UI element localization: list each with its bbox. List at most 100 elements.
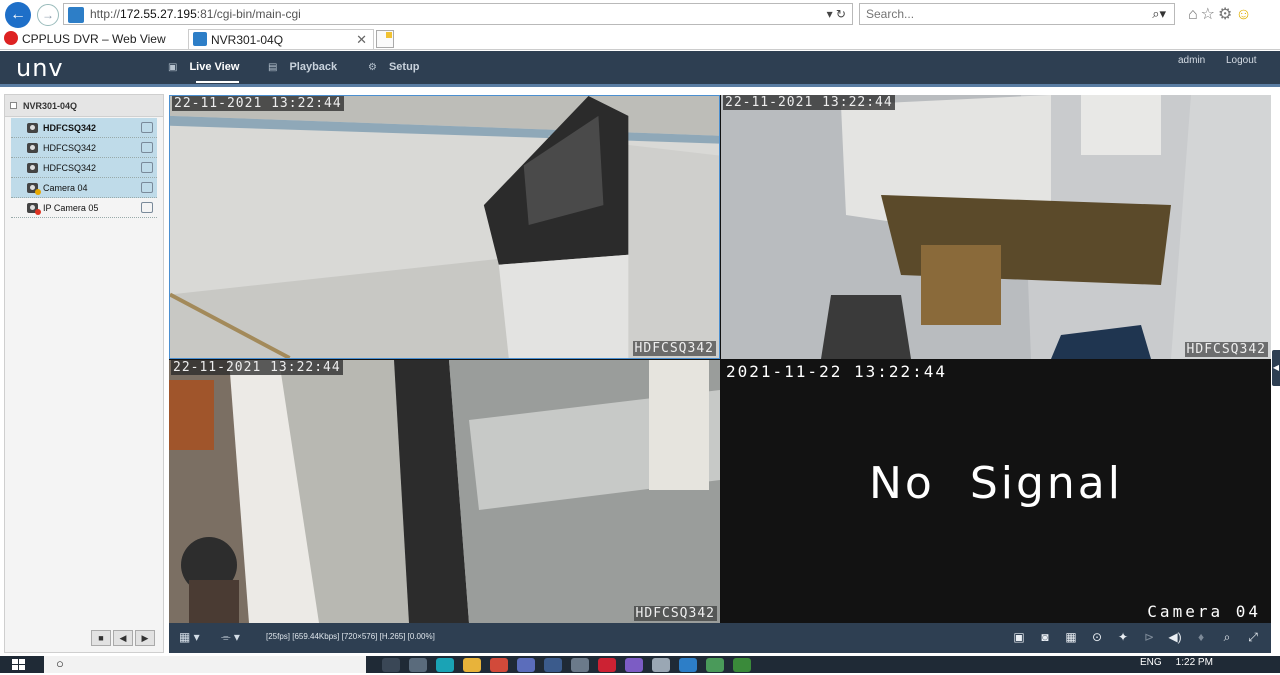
new-tab-button[interactable]: [376, 30, 394, 48]
live-view-toolbar: ▦ ▾ ⌯ ▾ [25fps] [659.44Kbps] [720×576] […: [169, 623, 1271, 653]
nav-label: Live View: [189, 61, 240, 73]
unv-logo: unv: [16, 54, 64, 82]
browser-search-box[interactable]: ⌕▾: [859, 3, 1175, 25]
camera-item[interactable]: HDFCSQ342: [11, 118, 157, 138]
osd-camera-name: Camera 04: [1147, 602, 1261, 621]
app-icon[interactable]: [571, 658, 589, 672]
edge-icon[interactable]: [436, 658, 454, 672]
volume-icon[interactable]: ◀): [1167, 629, 1183, 645]
browser-address-bar-row: ← → http://172.55.27.195:81/cgi-bin/main…: [0, 0, 1280, 28]
camera-item[interactable]: HDFCSQ342: [11, 138, 157, 158]
taskbar-apps: [382, 658, 760, 675]
camera-item[interactable]: HDFCSQ342: [11, 158, 157, 178]
video-tile-3[interactable]: 22-11-2021 13:22:44 HDFCSQ342: [169, 360, 720, 623]
search-icon[interactable]: ⌕▾: [1152, 6, 1166, 22]
camera-label: IP Camera 05: [43, 203, 99, 213]
clock[interactable]: 1:22 PM: [1176, 657, 1213, 668]
osd-camera-name: HDFCSQ342: [1184, 342, 1268, 357]
record-icon[interactable]: [141, 122, 153, 133]
camera-label: Camera 04: [43, 183, 88, 193]
browser-toolbar-icons: ⌂☆⚙☺: [1188, 4, 1255, 24]
ptz-icon[interactable]: ⊙: [1089, 629, 1105, 645]
stream-window-icon[interactable]: ▣: [1011, 629, 1027, 645]
logout-link[interactable]: Logout: [1226, 55, 1257, 66]
instant-playback-icon[interactable]: ⊳: [1141, 629, 1157, 645]
record-icon[interactable]: [141, 202, 153, 213]
collapse-icon[interactable]: [10, 102, 17, 109]
tab-nvr301[interactable]: NVR301-04Q ✕: [188, 29, 374, 49]
camera-icon: [27, 123, 38, 133]
tab-cpplus-dvr[interactable]: CPPLUS DVR – Web View: [4, 29, 182, 49]
stop-button[interactable]: ■: [91, 630, 111, 646]
ie-icon[interactable]: [706, 658, 724, 672]
close-tab-icon[interactable]: ✕: [356, 30, 367, 50]
app-icon[interactable]: [409, 658, 427, 672]
home-icon[interactable]: ⌂: [1188, 6, 1201, 23]
address-bar[interactable]: http://172.55.27.195:81/cgi-bin/main-cgi…: [63, 3, 853, 25]
feedback-smiley-icon[interactable]: ☺: [1235, 6, 1254, 23]
camera-item[interactable]: Camera 04: [11, 178, 157, 198]
camera-feed-image: [721, 95, 1271, 359]
osd-camera-name: HDFCSQ342: [632, 341, 716, 356]
camera-item[interactable]: IP Camera 05: [11, 198, 157, 218]
os-taskbar: ○ ENG 1:22 PM: [0, 656, 1280, 673]
back-button[interactable]: ←: [5, 2, 31, 28]
cpplus-favicon-icon: [4, 31, 18, 45]
record-icon[interactable]: [141, 182, 153, 193]
app-icon[interactable]: [679, 658, 697, 672]
nav-live-view[interactable]: ▣ Live View: [168, 61, 240, 83]
nav-playback[interactable]: ▤ Playback: [268, 61, 337, 73]
favorites-star-icon[interactable]: ☆: [1201, 6, 1218, 23]
address-scheme: http://: [90, 7, 121, 21]
app-icon[interactable]: [544, 658, 562, 672]
camera-label: HDFCSQ342: [43, 163, 97, 173]
language-indicator[interactable]: ENG: [1140, 657, 1162, 668]
site-favicon-icon: [68, 7, 84, 23]
file-explorer-icon[interactable]: [463, 658, 481, 672]
record-icon[interactable]: [141, 162, 153, 173]
digital-zoom-icon[interactable]: ⌕: [1219, 629, 1235, 645]
microphone-icon[interactable]: ♦: [1193, 629, 1209, 645]
app-icon[interactable]: [652, 658, 670, 672]
record-icon[interactable]: [141, 142, 153, 153]
nvr-favicon-icon: [193, 32, 207, 46]
video-tile-1[interactable]: 22-11-2021 13:22:44 HDFCSQ342: [169, 95, 720, 359]
osd-camera-name: HDFCSQ342: [633, 606, 717, 621]
app-icon[interactable]: [517, 658, 535, 672]
tab-label: CPPLUS DVR – Web View: [22, 32, 166, 46]
next-button[interactable]: ▶: [135, 630, 155, 646]
prev-button[interactable]: ◀: [113, 630, 133, 646]
device-tree-root[interactable]: NVR301-04Q: [5, 95, 163, 117]
address-text[interactable]: http://172.55.27.195:81/cgi-bin/main-cgi: [90, 7, 301, 21]
fullscreen-icon[interactable]: ⤢: [1245, 629, 1261, 645]
refresh-icon[interactable]: ▾ ↻: [827, 7, 846, 21]
camera-warning-icon: [27, 183, 41, 195]
stream-select[interactable]: ⌯ ▾: [221, 630, 240, 645]
snapshot-camera-icon[interactable]: ◙: [1037, 629, 1053, 645]
osd-timestamp: 22-11-2021 13:22:44: [172, 96, 344, 111]
collapse-panel-handle[interactable]: ◀: [1272, 350, 1280, 386]
toolbar-actions: ▣ ◙ ▦ ⊙ ✦ ⊳ ◀) ♦ ⌕ ⤢: [1001, 629, 1261, 645]
app-icon[interactable]: [733, 658, 751, 672]
chrome-icon[interactable]: [490, 658, 508, 672]
nav-setup[interactable]: ⚙ Setup: [368, 61, 420, 73]
taskbar-search-box[interactable]: ○: [44, 656, 366, 673]
video-tile-2[interactable]: 22-11-2021 13:22:44 HDFCSQ342: [721, 95, 1271, 359]
system-tray: ENG 1:22 PM: [1140, 657, 1227, 668]
app-icon[interactable]: [598, 658, 616, 672]
windows-start-icon[interactable]: [12, 659, 26, 671]
device-tree-panel: NVR301-04Q HDFCSQ342 HDFCSQ342 HDFCSQ342…: [4, 94, 164, 653]
browser-search-input[interactable]: [866, 6, 1116, 22]
record-clapper-icon[interactable]: ▦: [1063, 629, 1079, 645]
video-tile-4[interactable]: 2021-11-22 13:22:44 No Signal Camera 04: [721, 360, 1271, 623]
current-user: admin: [1178, 55, 1206, 66]
layout-select[interactable]: ▦ ▾: [179, 630, 200, 644]
task-view-icon[interactable]: [382, 658, 400, 672]
stream-info: [25fps] [659.44Kbps] [720×576] [H.265] […: [266, 632, 435, 641]
image-adjust-icon[interactable]: ✦: [1115, 629, 1131, 645]
address-path: :81/cgi-bin/main-cgi: [196, 7, 301, 21]
forward-button[interactable]: →: [37, 4, 59, 26]
settings-gear-icon[interactable]: ⚙: [1218, 6, 1235, 23]
app-icon[interactable]: [625, 658, 643, 672]
osd-timestamp: 22-11-2021 13:22:44: [723, 95, 895, 110]
